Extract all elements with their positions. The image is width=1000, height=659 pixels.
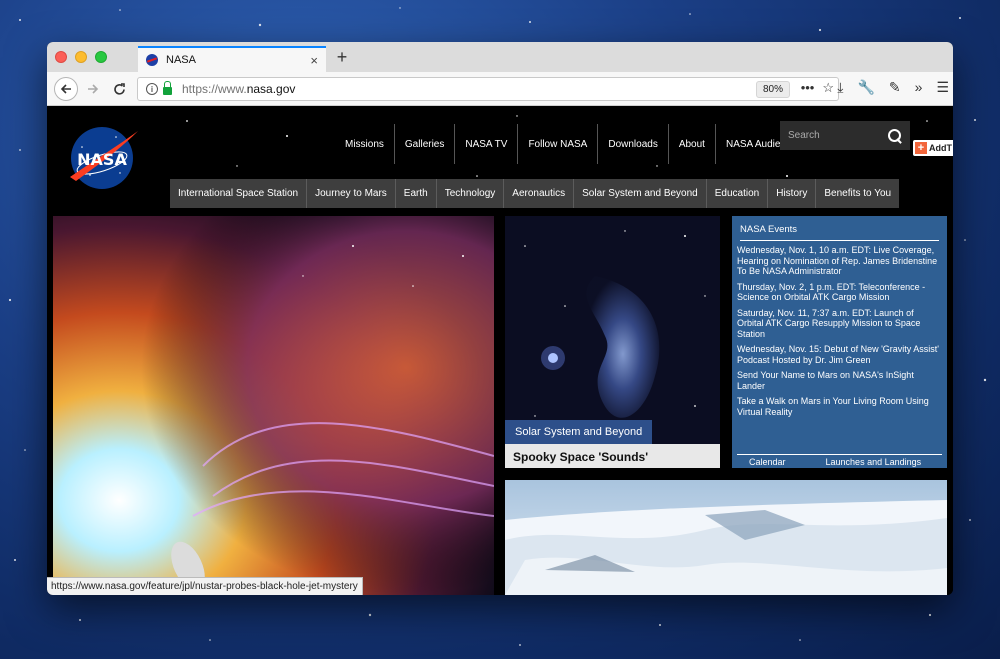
url-domain: nasa.gov <box>246 82 296 96</box>
top-nav-downloads[interactable]: Downloads <box>598 124 669 164</box>
new-tab-button[interactable]: + <box>332 47 352 68</box>
top-nav: Missions Galleries NASA TV Follow NASA D… <box>335 124 812 164</box>
browser-window: NASA × + i https://www. nasa.gov 80% ••• … <box>47 42 953 595</box>
zoom-indicator[interactable]: 80% <box>755 81 790 98</box>
launches-landings-link[interactable]: Launches and Landings <box>826 457 922 468</box>
menu-icon[interactable]: ☰ <box>936 79 949 96</box>
svg-text:NASA: NASA <box>77 150 127 169</box>
reload-icon <box>113 82 125 95</box>
url-actions: ••• ☆ <box>801 80 834 96</box>
info-icon[interactable]: i <box>146 83 158 95</box>
top-nav-about[interactable]: About <box>669 124 716 164</box>
nasa-logo[interactable]: NASA <box>68 125 140 191</box>
sub-nav-benefits[interactable]: Benefits to You <box>816 179 899 208</box>
close-window-button[interactable] <box>55 51 67 63</box>
url-prefix: https://www. <box>182 82 247 96</box>
search-placeholder: Search <box>788 130 820 141</box>
feature-card-earth-image[interactable] <box>505 480 947 595</box>
sub-nav-iss[interactable]: International Space Station <box>170 179 308 208</box>
back-button[interactable] <box>54 77 78 101</box>
top-nav-missions[interactable]: Missions <box>335 124 395 164</box>
forward-icon <box>88 84 99 94</box>
status-bar-url: https://www.nasa.gov/feature/jpl/nustar-… <box>47 577 363 595</box>
page-actions-button[interactable]: ••• <box>801 80 815 96</box>
nasa-favicon-icon <box>146 54 158 66</box>
event-item[interactable]: Take a Walk on Mars in Your Living Room … <box>737 396 942 417</box>
feature-card-solar-system[interactable]: Solar System and Beyond Spooky Space 'So… <box>505 216 720 468</box>
forward-button[interactable] <box>81 77 105 101</box>
tab-nasa[interactable]: NASA × <box>138 46 326 72</box>
toolbar-right: ⤓ 🔧 ✎ » ☰ <box>837 79 949 96</box>
feature-category-label[interactable]: Solar System and Beyond <box>505 420 653 444</box>
sub-nav-history[interactable]: History <box>768 179 817 208</box>
top-nav-nasa-tv[interactable]: NASA TV <box>455 124 519 164</box>
lock-icon[interactable] <box>163 80 172 95</box>
window-controls <box>55 51 107 63</box>
event-item[interactable]: Saturday, Nov. 11, 7:37 a.m. EDT: Launch… <box>737 308 942 340</box>
bookmark-star-icon[interactable]: ☆ <box>822 80 834 96</box>
hero-feature-image[interactable] <box>53 216 494 595</box>
close-tab-icon[interactable]: × <box>310 53 318 68</box>
wrench-icon[interactable]: 🔧 <box>857 79 874 96</box>
reload-button[interactable] <box>107 77 131 101</box>
download-icon[interactable]: ⤓ <box>837 79 843 96</box>
address-bar[interactable]: i https://www. nasa.gov 80% ••• ☆ <box>137 77 839 101</box>
sub-nav-solar-system[interactable]: Solar System and Beyond <box>574 179 707 208</box>
tab-strip: NASA × + <box>47 42 953 72</box>
event-item[interactable]: Wednesday, Nov. 15: Debut of New 'Gravit… <box>737 344 942 365</box>
nasa-events-panel: NASA Events Wednesday, Nov. 1, 10 a.m. E… <box>732 216 947 468</box>
tab-title: NASA <box>166 54 196 66</box>
back-icon <box>60 84 71 94</box>
pin-icon[interactable]: ✎ <box>889 79 901 96</box>
addthis-button[interactable]: + AddT <box>913 140 953 156</box>
sub-nav-earth[interactable]: Earth <box>396 179 437 208</box>
addthis-plus-icon: + <box>915 142 927 154</box>
nasa-page: NASA Missions Galleries NASA TV Follow N… <box>47 106 953 595</box>
event-item[interactable]: Wednesday, Nov. 1, 10 a.m. EDT: Live Cov… <box>737 245 942 277</box>
event-item[interactable]: Send Your Name to Mars on NASA's InSight… <box>737 370 942 391</box>
sub-nav-technology[interactable]: Technology <box>437 179 505 208</box>
top-nav-follow-nasa[interactable]: Follow NASA <box>518 124 599 164</box>
minimize-window-button[interactable] <box>75 51 87 63</box>
sub-nav: International Space Station Journey to M… <box>170 179 900 208</box>
sub-nav-journey-to-mars[interactable]: Journey to Mars <box>307 179 396 208</box>
sub-nav-aeronautics[interactable]: Aeronautics <box>504 179 575 208</box>
site-search-input[interactable]: Search <box>780 121 910 150</box>
addthis-label: AddT <box>929 143 952 153</box>
black-hole-illustration <box>53 216 494 595</box>
events-footer: Calendar Launches and Landings <box>737 454 942 468</box>
nav-toolbar: i https://www. nasa.gov 80% ••• ☆ ⤓ 🔧 ✎ »… <box>47 72 953 106</box>
sub-nav-education[interactable]: Education <box>707 179 769 208</box>
events-heading: NASA Events <box>740 224 939 241</box>
top-nav-galleries[interactable]: Galleries <box>395 124 456 164</box>
maximize-window-button[interactable] <box>95 51 107 63</box>
overflow-icon[interactable]: » <box>915 79 923 96</box>
event-item[interactable]: Thursday, Nov. 2, 1 p.m. EDT: Teleconfer… <box>737 282 942 303</box>
calendar-link[interactable]: Calendar <box>749 457 786 468</box>
feature-title[interactable]: Spooky Space 'Sounds' <box>505 444 720 468</box>
events-list: Wednesday, Nov. 1, 10 a.m. EDT: Live Cov… <box>732 241 947 417</box>
icy-landscape-image <box>505 480 947 595</box>
search-icon[interactable] <box>888 128 902 143</box>
